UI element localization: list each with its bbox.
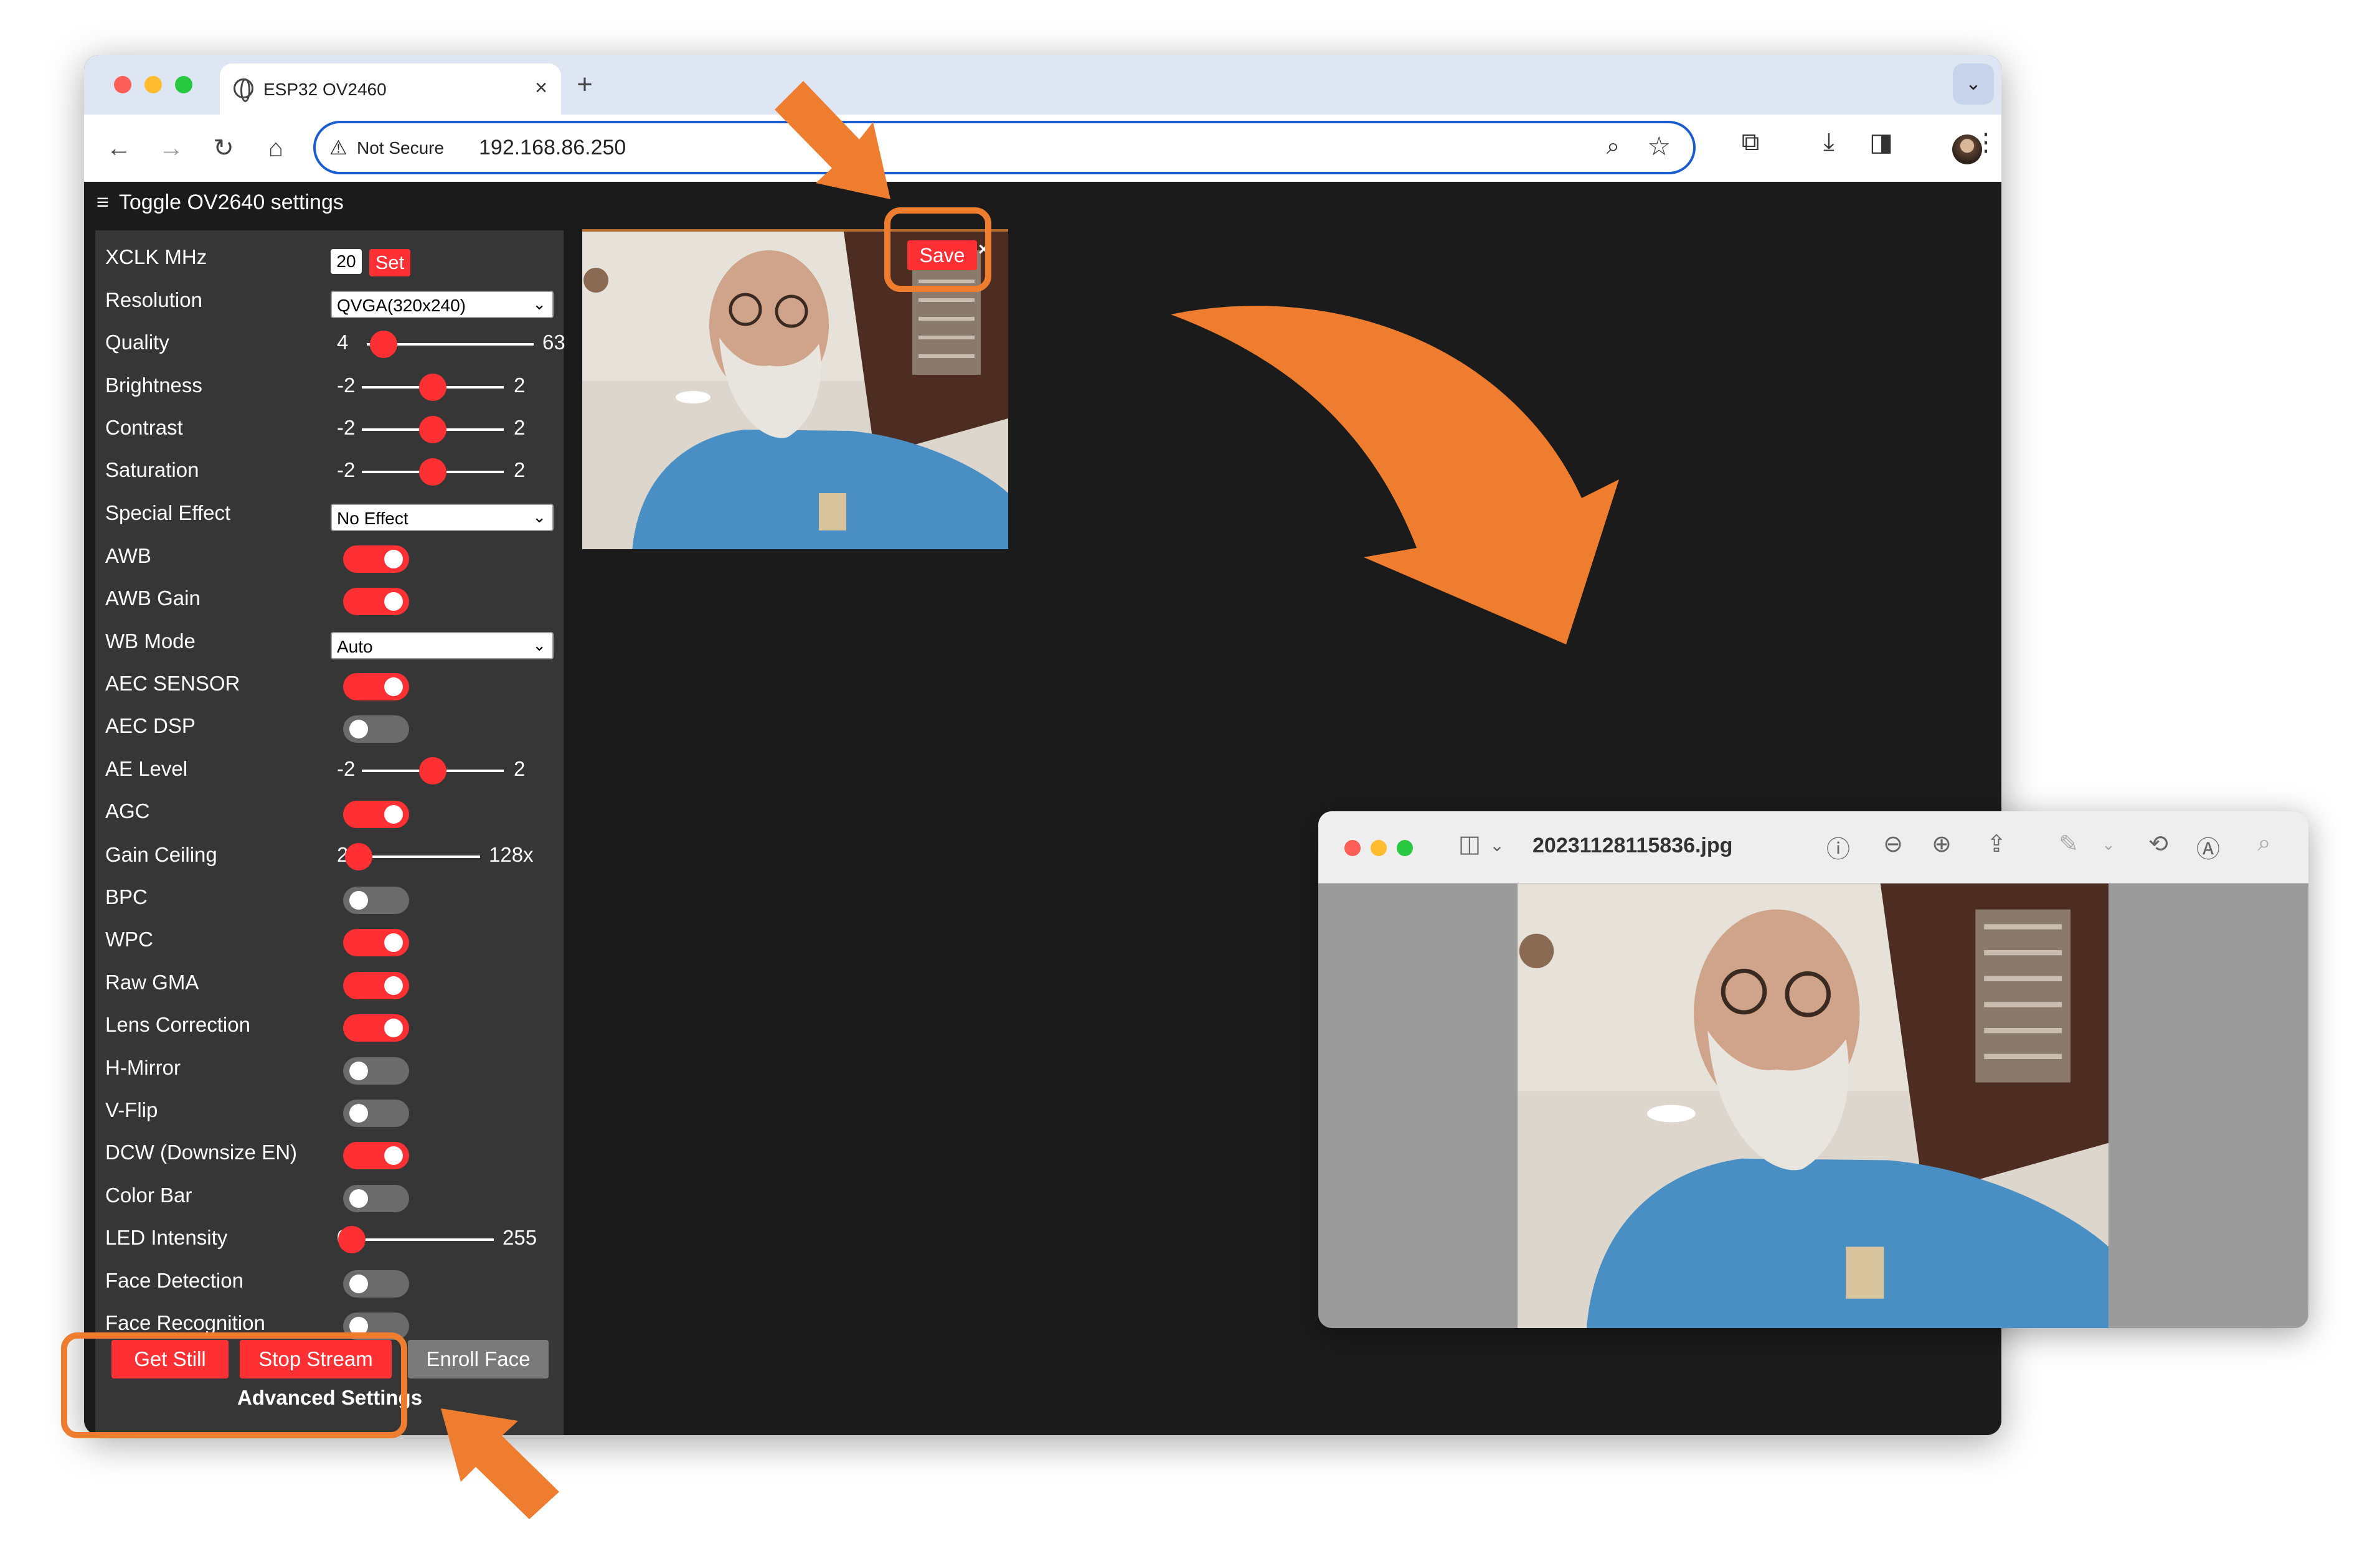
arrow-to-save — [775, 81, 890, 199]
curved-arrow-to-preview — [1171, 306, 1619, 644]
annotation-arrows — [441, 81, 1619, 1519]
screenshot-root: { "browser": { "tab_title": "ESP32 OV246… — [0, 0, 2380, 1541]
arrow-to-buttons — [441, 1408, 559, 1519]
